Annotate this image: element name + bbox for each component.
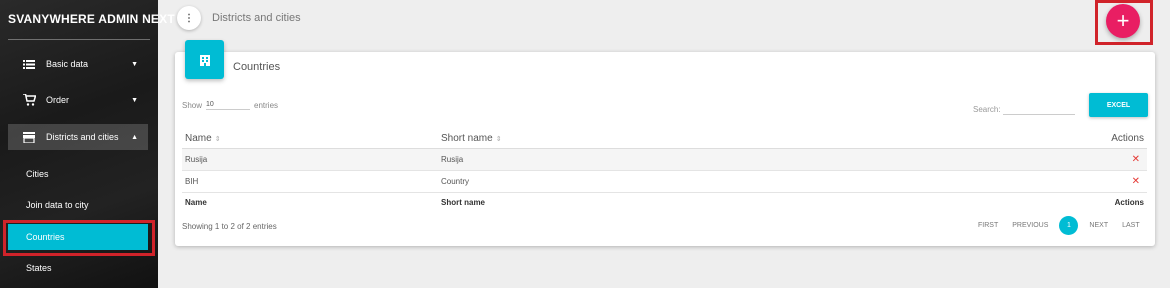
cart-icon <box>20 94 38 106</box>
page-title: Districts and cities <box>212 12 301 24</box>
column-header-name[interactable]: Name ⇕ <box>182 130 438 149</box>
footer-actions: Actions <box>1114 197 1144 207</box>
countries-table: Name ⇕ Short name ⇕ Actions Rusija Rusija … <box>182 130 1147 212</box>
sidebar-item-label: Districts and cities <box>46 132 119 142</box>
brand-divider <box>8 39 150 40</box>
table-row: BIH Country ✕ <box>182 170 1147 193</box>
sidebar-subitem-cities[interactable]: Cities <box>8 161 148 187</box>
building-icon <box>185 40 224 79</box>
caret-down-icon: ▼ <box>131 96 138 104</box>
pagination: FIRST PREVIOUS 1 NEXT LAST <box>971 216 1147 235</box>
caret-up-icon: ▲ <box>131 133 138 141</box>
pager-first[interactable]: FIRST <box>978 222 998 229</box>
cell-short-name: Rusija <box>438 148 886 171</box>
excel-button[interactable]: EXCEL <box>1089 93 1148 117</box>
delete-icon[interactable]: ✕ <box>885 148 1147 171</box>
column-header-actions: Actions <box>885 130 1147 149</box>
footer-short-name: Short name <box>441 197 486 207</box>
brand-title: SVANYWHERE ADMIN NEXT <box>8 12 175 26</box>
pager-previous[interactable]: PREVIOUS <box>1012 222 1048 229</box>
sidebar-item-label: Basic data <box>46 59 89 69</box>
table-row: Rusija Rusija ✕ <box>182 148 1147 171</box>
cell-name: Rusija <box>182 148 438 171</box>
sidebar-item-order[interactable]: Order ▼ <box>8 87 148 113</box>
countries-card: Countries Show 10 entries Search: EXCEL … <box>175 40 1155 246</box>
more-vert-icon[interactable]: ⋮ <box>177 6 201 30</box>
delete-icon[interactable]: ✕ <box>885 170 1147 193</box>
sidebar-subitem-join-data-to-city[interactable]: Join data to city <box>8 192 148 218</box>
list-icon <box>20 59 38 69</box>
cell-name: BIH <box>182 170 438 193</box>
footer-name: Name <box>185 197 207 207</box>
store-icon <box>20 131 38 143</box>
search: Search: <box>973 103 1075 115</box>
search-label: Search: <box>973 104 1001 114</box>
highlight-add-button <box>1095 0 1153 45</box>
sidebar-item-label: Order <box>46 95 70 105</box>
pager-last[interactable]: LAST <box>1122 222 1140 229</box>
cell-short-name: Country <box>438 170 886 193</box>
pager-next[interactable]: NEXT <box>1089 222 1108 229</box>
sort-icon: ⇕ <box>214 136 221 144</box>
sidebar-item-districts-and-cities[interactable]: Districts and cities ▲ <box>8 124 148 150</box>
entries-label: entries <box>254 100 279 110</box>
column-header-short-name[interactable]: Short name ⇕ <box>438 130 886 149</box>
page-length-select[interactable]: 10 <box>206 100 251 110</box>
caret-down-icon: ▼ <box>131 60 138 68</box>
show-label: Show <box>182 100 203 110</box>
search-input[interactable] <box>1002 103 1075 115</box>
highlight-countries <box>3 220 155 256</box>
sidebar-item-basic-data[interactable]: Basic data ▼ <box>8 51 148 77</box>
card-title: Countries <box>233 61 281 73</box>
show-entries: Show 10 entries <box>182 100 278 110</box>
table-info: Showing 1 to 2 of 2 entries <box>182 222 277 231</box>
pager-current[interactable]: 1 <box>1059 216 1079 235</box>
sidebar-subitem-states[interactable]: States <box>8 255 148 281</box>
sort-icon: ⇕ <box>495 136 502 144</box>
